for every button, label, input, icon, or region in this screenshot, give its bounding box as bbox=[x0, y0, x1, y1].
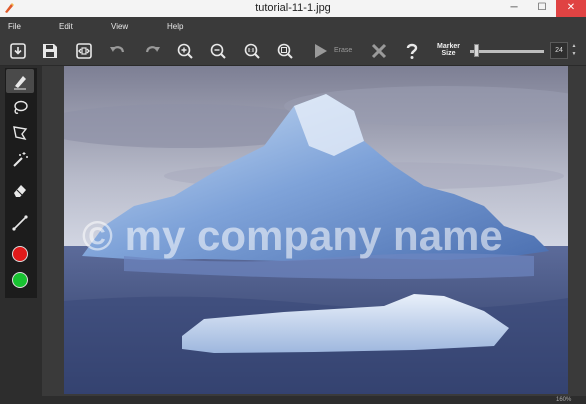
marker-icon bbox=[14, 76, 26, 90]
help-button[interactable] bbox=[400, 40, 424, 62]
line-tool[interactable] bbox=[6, 211, 34, 235]
help-icon bbox=[406, 43, 418, 59]
marker-size-slider[interactable] bbox=[470, 50, 544, 53]
marker-tool[interactable] bbox=[6, 69, 34, 93]
slider-thumb[interactable] bbox=[473, 44, 479, 57]
eraser-icon bbox=[14, 185, 26, 197]
lasso-tool[interactable] bbox=[6, 96, 34, 120]
erase-button[interactable] bbox=[308, 40, 332, 62]
size-spinner[interactable]: ▲ ▼ bbox=[570, 42, 578, 59]
spin-down-icon[interactable]: ▼ bbox=[570, 50, 578, 58]
menu-view[interactable]: View bbox=[111, 22, 128, 31]
save-icon bbox=[43, 44, 57, 58]
redo-icon bbox=[145, 46, 160, 53]
polygon-lasso-tool[interactable] bbox=[6, 121, 34, 145]
iceberg-image[interactable]: © my company name bbox=[64, 66, 568, 394]
line-icon bbox=[12, 215, 28, 231]
menu-file[interactable]: File bbox=[8, 22, 21, 31]
marker-size-label: Marker Size bbox=[437, 43, 460, 57]
fit-button[interactable] bbox=[273, 40, 297, 62]
spin-up-icon[interactable]: ▲ bbox=[570, 42, 578, 50]
marker-label: Marker bbox=[437, 43, 460, 50]
save-button[interactable] bbox=[38, 40, 62, 62]
redo-button[interactable] bbox=[140, 40, 164, 62]
size-label: Size bbox=[441, 50, 456, 57]
toolbar: Erase Marker Size 24 ▲ ▼ bbox=[0, 37, 586, 66]
zoom-out-button[interactable] bbox=[206, 40, 230, 62]
foreground-color-swatch[interactable] bbox=[12, 246, 28, 262]
open-icon bbox=[10, 43, 26, 59]
open-button[interactable] bbox=[6, 40, 30, 62]
app-window: tutorial-11-1.jpg ─ ☐ ✕ File Edit View H… bbox=[0, 0, 586, 404]
maximize-button[interactable]: ☐ bbox=[528, 0, 556, 17]
menu-help[interactable]: Help bbox=[167, 22, 183, 31]
lasso-icon bbox=[14, 100, 28, 114]
play-icon bbox=[315, 44, 327, 58]
magic-wand-icon bbox=[13, 152, 28, 167]
menu-edit[interactable]: Edit bbox=[59, 22, 73, 31]
export-icon bbox=[76, 43, 92, 59]
zoom-level: 160% bbox=[556, 397, 572, 403]
export-button[interactable] bbox=[72, 40, 96, 62]
status-bar bbox=[42, 396, 586, 404]
polygon-lasso-icon bbox=[13, 126, 28, 141]
zoom-out-icon bbox=[210, 43, 226, 59]
menu-bar: File Edit View Help bbox=[0, 17, 586, 37]
magic-wand-tool[interactable] bbox=[6, 147, 34, 171]
zoom-in-icon bbox=[177, 43, 193, 59]
zoom-in-button[interactable] bbox=[173, 40, 197, 62]
background-color-swatch[interactable] bbox=[12, 272, 28, 288]
erase-label: Erase bbox=[334, 47, 353, 54]
minimize-button[interactable]: ─ bbox=[500, 0, 528, 17]
undo-icon bbox=[110, 46, 125, 53]
undo-button[interactable] bbox=[106, 40, 130, 62]
cancel-button[interactable] bbox=[367, 40, 391, 62]
watermark-text: © my company name bbox=[82, 212, 503, 259]
actual-size-icon bbox=[244, 43, 260, 59]
actual-size-button[interactable] bbox=[240, 40, 264, 62]
close-button[interactable]: ✕ bbox=[556, 0, 586, 17]
close-x-icon bbox=[371, 43, 387, 59]
title-bar: tutorial-11-1.jpg ─ ☐ ✕ bbox=[0, 0, 586, 17]
fit-icon bbox=[277, 43, 293, 59]
marker-size-input[interactable]: 24 bbox=[550, 42, 568, 59]
eraser-tool[interactable] bbox=[6, 178, 34, 202]
window-title: tutorial-11-1.jpg bbox=[255, 2, 331, 14]
